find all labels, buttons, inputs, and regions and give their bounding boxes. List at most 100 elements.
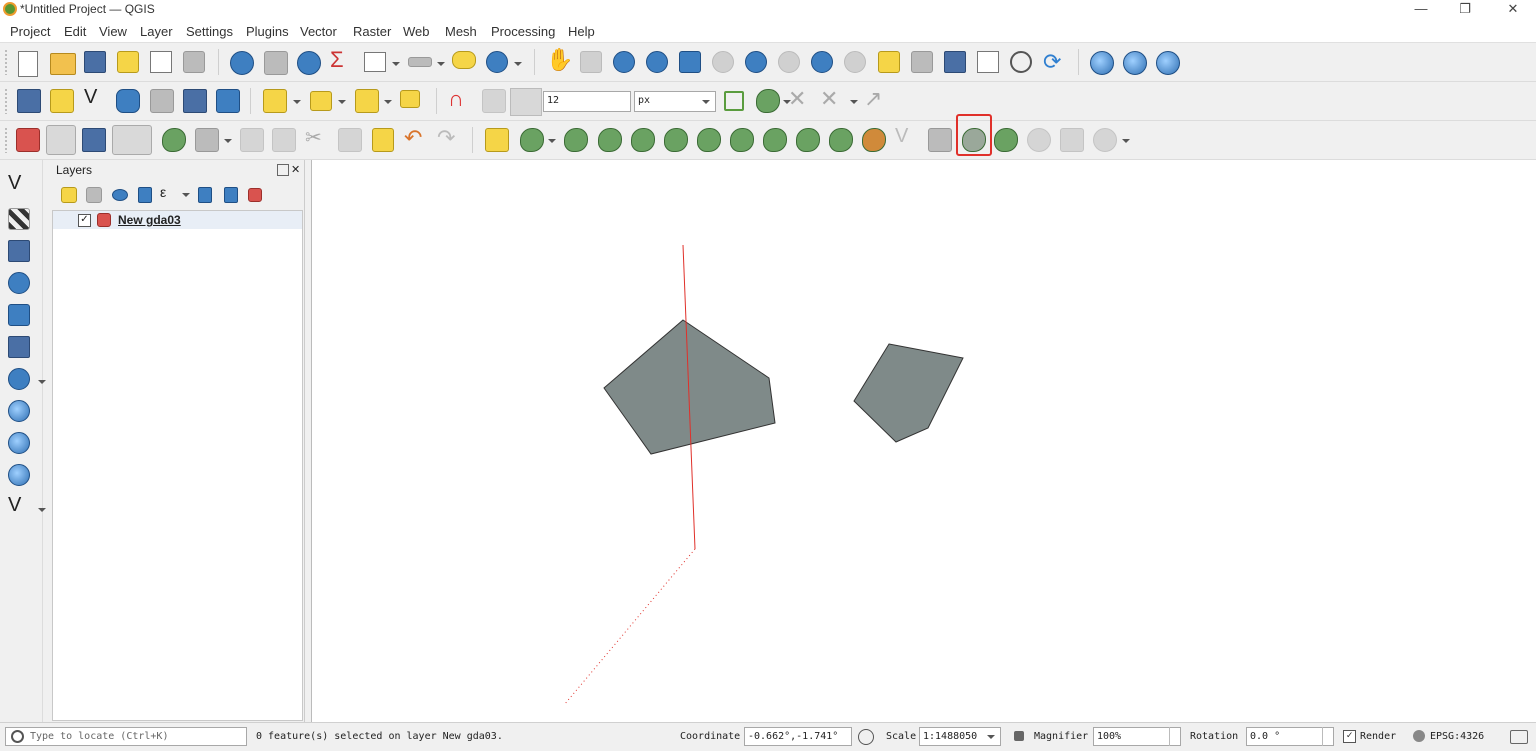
add-vector-layer-icon[interactable]: V [8,172,34,198]
avoid-overlap-icon[interactable] [756,89,780,113]
filter-expression-icon[interactable]: ε [160,184,186,210]
split-parts-scissors-icon[interactable] [994,128,1018,152]
menu-settings[interactable]: Settings [186,24,233,39]
add-wms-layer-icon[interactable] [8,400,30,422]
minimize-button[interactable]: — [1398,0,1444,20]
new-3d-map-view-icon[interactable] [911,51,933,73]
chevron-down-icon[interactable] [1122,139,1130,143]
new-spatialite-layer-icon[interactable] [116,89,140,113]
save-project-icon[interactable] [84,51,106,73]
open-project-icon[interactable] [50,53,76,75]
wfs-globe-icon[interactable] [1123,51,1147,75]
delete-ring-icon[interactable] [730,128,754,152]
toggle-editing-icon[interactable] [46,125,76,155]
advanced-digitizing-icon[interactable] [485,128,509,152]
close-button[interactable]: ✕ [1490,0,1536,20]
toolbar-handle[interactable] [4,49,8,75]
rotation-spinner[interactable] [1322,727,1333,746]
new-bookmark-icon[interactable] [944,51,966,73]
snapping-trace-icon[interactable]: ↗ [864,86,890,112]
add-wfs-layer-icon[interactable] [8,464,30,486]
new-project-icon[interactable] [18,51,38,77]
new-geopackage-layer-icon[interactable] [50,89,74,113]
vertex-tool-icon[interactable] [195,128,219,152]
undo-icon[interactable]: ↶ [404,125,430,151]
chevron-down-icon[interactable] [850,100,858,104]
rotation-field[interactable]: 0.0 ° [1246,727,1334,746]
menu-view[interactable]: View [99,24,127,39]
new-map-view-icon[interactable] [878,51,900,73]
chevron-down-icon[interactable] [514,62,522,66]
metasearch-icon[interactable] [1156,51,1180,75]
polygon-feature[interactable] [603,319,776,455]
merge-attributes-icon[interactable] [1060,128,1084,152]
show-layer-labels-icon[interactable] [400,90,420,108]
add-virtual-layer-icon[interactable]: V [8,494,34,520]
toolbar-handle[interactable] [4,127,8,153]
add-line-feature-icon[interactable] [112,125,152,155]
lock-icon[interactable] [1014,731,1024,741]
statistics-sigma-icon[interactable]: Σ [330,47,356,73]
expand-all-icon[interactable] [198,187,212,203]
remove-layer-icon[interactable] [248,188,262,202]
copy-features-icon[interactable] [338,128,362,152]
zoom-next-icon[interactable] [844,51,866,73]
zoom-in-icon[interactable] [613,51,635,73]
print-layout-icon[interactable] [150,51,172,73]
new-shapefile-layer-icon[interactable]: V [84,86,110,112]
add-mesh-layer-icon[interactable] [8,240,30,262]
self-snapping-icon[interactable]: ✕ [820,86,846,112]
add-group-icon[interactable] [86,187,102,203]
menu-edit[interactable]: Edit [64,24,86,39]
layer-visibility-checkbox[interactable]: ✓ [78,214,91,227]
zoom-native-icon[interactable] [778,51,800,73]
chevron-down-icon[interactable] [224,139,232,143]
menu-processing[interactable]: Processing [491,24,555,39]
layer-item[interactable]: ✓ New gda03 [53,211,302,229]
reverse-line-icon[interactable] [862,128,886,152]
menu-raster[interactable]: Raster [353,24,391,39]
save-layer-edits-icon[interactable] [82,128,106,152]
magnifier-spinner[interactable] [1169,727,1180,746]
add-postgis-icon[interactable] [8,368,30,390]
wms-globe-icon[interactable] [1090,51,1114,75]
zoom-to-layer-icon[interactable] [745,51,767,73]
menu-plugins[interactable]: Plugins [246,24,289,39]
add-part-icon[interactable] [664,128,688,152]
open-layer-styling-icon[interactable] [61,187,77,203]
crs-globe-icon[interactable] [1413,730,1425,742]
measure-line-icon[interactable] [408,57,432,67]
move-feature-icon[interactable] [520,128,544,152]
deselect-features-icon[interactable] [355,89,379,113]
add-wcs-layer-icon[interactable] [8,432,30,454]
chevron-down-icon[interactable] [338,100,346,104]
delete-selected-icon[interactable] [272,128,296,152]
topological-editing-icon[interactable] [724,91,744,111]
chevron-down-icon[interactable] [437,62,445,66]
add-ring-icon[interactable] [631,128,655,152]
redo-icon[interactable]: ↷ [437,125,463,151]
offset-curve-icon[interactable] [829,128,853,152]
chevron-down-icon[interactable] [987,735,995,739]
current-edits-icon[interactable] [16,128,40,152]
add-delimited-text-icon[interactable] [8,272,30,294]
menu-layer[interactable]: Layer [140,24,173,39]
new-mesh-layer-icon[interactable] [216,89,240,113]
simplify-feature-icon[interactable] [598,128,622,152]
menu-mesh[interactable]: Mesh [445,24,477,39]
modify-attributes-icon[interactable] [240,128,264,152]
snapping-tolerance-input[interactable]: 12 [543,91,631,112]
pan-hand-icon[interactable]: ✋ [546,47,573,73]
float-panel-icon[interactable] [277,164,289,176]
messages-icon[interactable] [1510,730,1528,744]
data-source-manager-icon[interactable] [17,89,41,113]
fill-ring-icon[interactable] [697,128,721,152]
style-manager-icon[interactable] [183,51,205,73]
toggle-extents-icon[interactable] [858,729,874,745]
snap-to-vertex-icon[interactable] [482,89,506,113]
pan-to-selection-icon[interactable] [580,51,602,73]
chevron-down-icon[interactable] [293,100,301,104]
coordinate-field[interactable]: -0.662°,-1.741° [744,727,852,746]
zoom-to-selection-icon[interactable] [486,51,508,73]
chevron-down-icon[interactable] [702,100,710,104]
